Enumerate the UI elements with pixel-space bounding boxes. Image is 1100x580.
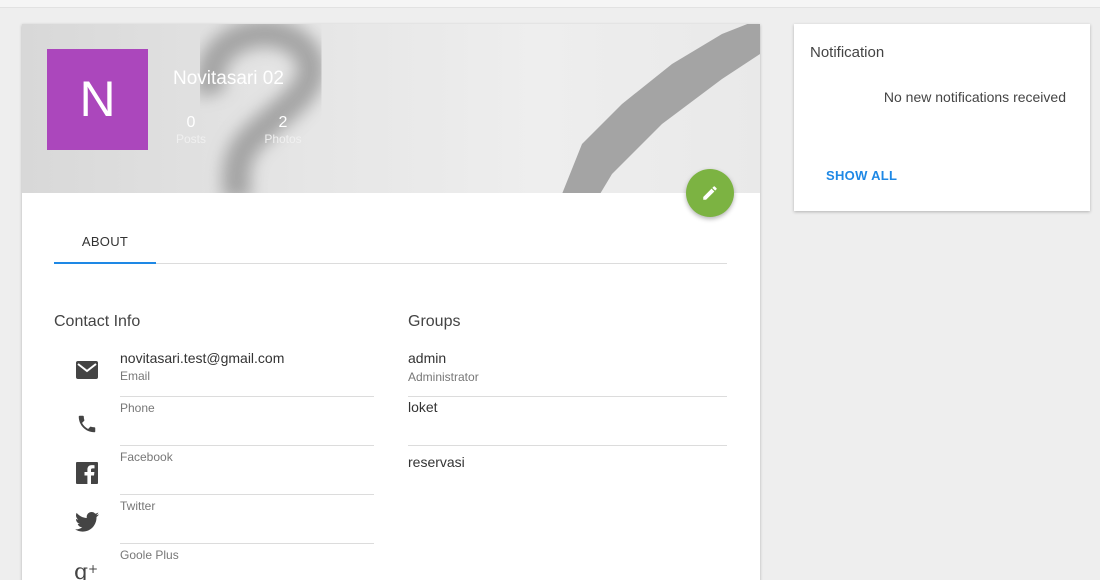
show-all-button[interactable]: SHOW ALL xyxy=(826,168,897,183)
stat-posts: 0 Posts xyxy=(172,114,210,147)
facebook-label: Facebook xyxy=(120,450,173,464)
group-item-reservasi: reservasi xyxy=(408,446,727,495)
email-value[interactable]: novitasari.test@gmail.com xyxy=(120,350,374,366)
group-item-loket: loket xyxy=(408,397,727,446)
pencil-icon xyxy=(703,186,717,200)
profile-card: N Novitasari 02 0 Posts 2 Photos ABOUT C… xyxy=(22,24,760,580)
tab-active-indicator xyxy=(54,262,156,264)
twitter-label: Twitter xyxy=(120,499,156,513)
stat-posts-value: 0 xyxy=(186,114,196,131)
phone-label: Phone xyxy=(120,401,155,415)
google-plus-label: Goole Plus xyxy=(120,548,179,562)
phone-icon xyxy=(74,411,100,437)
contact-item-phone: Phone xyxy=(54,397,374,446)
contact-item-facebook: Facebook xyxy=(54,446,374,495)
tab-about[interactable]: ABOUT xyxy=(54,231,156,264)
profile-tabs: ABOUT xyxy=(54,231,727,264)
stat-photos-value: 2 xyxy=(278,114,288,131)
notification-title: Notification xyxy=(810,44,885,61)
email-icon xyxy=(74,357,100,383)
group-item-admin: admin Administrator xyxy=(408,348,727,397)
svg-text:g: g xyxy=(74,560,88,580)
twitter-icon xyxy=(74,509,100,535)
group-name: admin xyxy=(408,350,447,366)
profile-cover: N Novitasari 02 0 Posts 2 Photos xyxy=(22,24,760,193)
svg-text:+: + xyxy=(88,562,98,576)
contact-info-title: Contact Info xyxy=(54,313,141,330)
notification-empty-text: No new notifications received xyxy=(883,89,1066,105)
profile-name: Novitasari 02 xyxy=(173,68,284,89)
google-plus-icon: g + xyxy=(74,558,100,580)
top-bar xyxy=(0,0,1100,8)
stat-photos-label: Photos xyxy=(264,132,302,146)
groups-title: Groups xyxy=(408,313,461,330)
stat-posts-label: Posts xyxy=(175,132,206,146)
group-name: reservasi xyxy=(408,454,465,470)
edit-profile-button[interactable] xyxy=(686,169,734,217)
contact-item-twitter: Twitter xyxy=(54,495,374,544)
contact-item-google-plus: g + Goole Plus xyxy=(54,544,374,580)
avatar: N xyxy=(47,49,148,150)
facebook-icon xyxy=(74,460,100,486)
email-label: Email xyxy=(120,369,151,383)
group-name: loket xyxy=(408,399,438,415)
notification-card: Notification No new notifications receiv… xyxy=(794,24,1090,211)
stat-photos: 2 Photos xyxy=(258,114,308,147)
contact-item-email: novitasari.test@gmail.com Email xyxy=(54,348,374,397)
group-description: Administrator xyxy=(408,370,479,384)
